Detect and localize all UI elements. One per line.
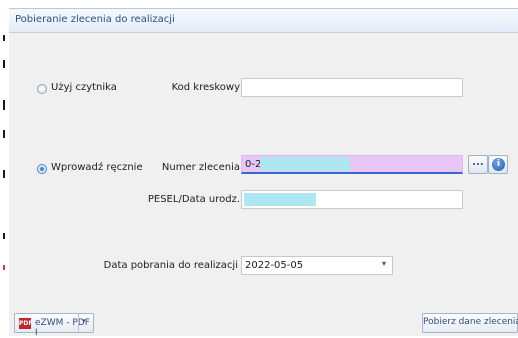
edge-mark	[3, 265, 5, 270]
manual-entry-radio[interactable]	[37, 164, 47, 174]
pdf-icon: PDF	[19, 318, 33, 329]
barcode-label: Kod kreskowy	[171, 82, 240, 93]
pesel-label: PESEL/Data urodz.	[147, 194, 240, 205]
fetch-order-button[interactable]: Pobierz dane zlecenia	[422, 313, 518, 333]
use-reader-label[interactable]: Użyj czytnika	[51, 82, 117, 93]
manual-entry-label[interactable]: Wprowadź ręcznie	[51, 162, 143, 173]
pesel-input[interactable]	[241, 190, 463, 209]
edge-mark	[3, 233, 5, 239]
info-icon: i	[492, 158, 505, 171]
chevron-down-icon[interactable]: ▾	[82, 317, 86, 325]
barcode-input[interactable]	[241, 78, 463, 97]
edge-mark	[3, 60, 5, 68]
date-label: Data pobrania do realizacji	[103, 260, 238, 271]
order-number-label: Numer zlecenia	[161, 162, 240, 173]
use-reader-radio[interactable]	[37, 84, 47, 94]
browse-button[interactable]: ...	[468, 155, 488, 174]
left-edge-strip	[0, 0, 9, 336]
order-number-input[interactable]: 0-2:	[241, 155, 463, 174]
edge-mark	[3, 130, 5, 138]
window-header: Pobieranie zlecenia do realizacji	[9, 8, 518, 33]
edge-mark	[3, 35, 5, 41]
info-button[interactable]: i	[488, 155, 508, 174]
redacted-region	[260, 157, 350, 171]
date-picker[interactable]: 2022-05-05 ▾	[241, 256, 393, 275]
split-divider	[78, 314, 79, 332]
chevron-down-icon[interactable]: ▾	[382, 259, 386, 268]
date-value: 2022-05-05	[245, 260, 304, 271]
edge-mark	[3, 100, 5, 110]
pdf-split-button[interactable]: PDF eZWM - PDF I ▾	[14, 313, 94, 338]
edge-mark	[3, 170, 5, 178]
window-title: Pobieranie zlecenia do realizacji	[15, 14, 175, 25]
redacted-region	[244, 193, 316, 206]
